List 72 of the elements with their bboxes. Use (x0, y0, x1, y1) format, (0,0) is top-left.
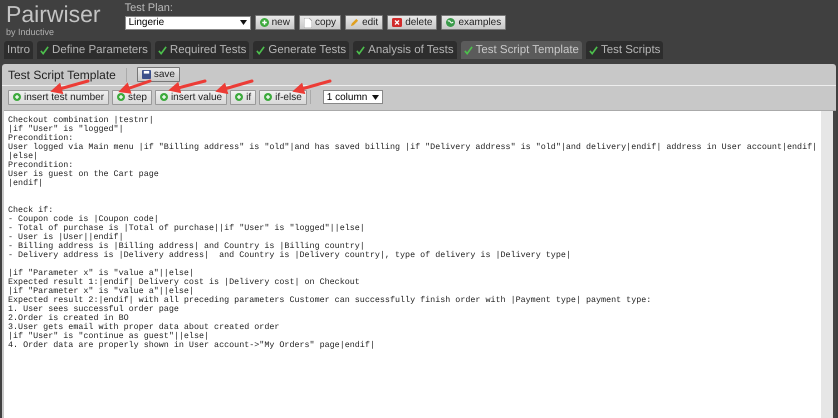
code-line: User logged via Main menu |if "Billing address" is "old"|and has saved billing |if "Delivery address" is "old"|and delivery|endif| address in User account|endif| (8, 142, 818, 152)
code-line: 3.User gets email with proper data about created order (8, 322, 280, 332)
floppy-icon (142, 70, 151, 79)
insert-button[interactable]: step (112, 90, 152, 104)
code-line: |if "Parameter x" is "value a"||else| (8, 268, 194, 278)
delete-button[interactable]: delete (387, 15, 438, 30)
tagline: by Inductive (6, 27, 56, 37)
plus-circle-icon (235, 93, 244, 101)
code-line: - Total of purchase is |Total of purchase||if "User" is "logged"||else| (8, 223, 365, 233)
scrollbar[interactable] (821, 111, 836, 418)
template-editor[interactable] (4, 110, 836, 418)
plus-circle-icon (13, 93, 21, 101)
annotation-arrow (50, 80, 90, 94)
code-line: |if "User" is "logged"| (8, 124, 124, 134)
code-line: 2.Order is created in BO (8, 313, 129, 323)
caret-icon (372, 94, 379, 100)
save-button[interactable]: save (136, 67, 180, 82)
annotation-arrow (118, 80, 152, 94)
code-line: User is guest on the Cart page (8, 169, 159, 179)
check-icon (158, 46, 167, 54)
tab[interactable]: Intro (4, 41, 34, 59)
code-line: Expected result 1:|endif| Delivery cost is |Delivery cost| on Checkout (8, 277, 360, 287)
add-button[interactable]: new (254, 15, 295, 30)
code-line: |if "Parameter x" is "value a"||else| (8, 286, 194, 296)
plus-circle-icon (264, 93, 272, 101)
insert-button[interactable]: if-else (259, 90, 307, 104)
pencil-icon (350, 18, 360, 27)
code-line: |if "User" is "continue as guest"||else| (8, 331, 210, 341)
code-line: 4. Order data are properly shown in User account->"My Orders" page|endif| (8, 340, 375, 350)
insert-button[interactable]: if (230, 90, 256, 104)
test-plan-select[interactable]: Lingerie (124, 16, 251, 30)
tab[interactable]: Test Scripts (586, 41, 664, 59)
code-line: - Delivery address is |Delivery address| and Country is |Delivery country|, type of delivery is |Delivery type| (8, 250, 571, 260)
code-line: Precondition: (8, 160, 74, 170)
tab[interactable]: Generate Tests (253, 41, 350, 59)
edit-button[interactable]: edit (345, 15, 384, 30)
annotation-arrow (168, 80, 206, 94)
tab[interactable]: Required Tests (154, 41, 250, 59)
code-line: - User is |User||endif| (8, 232, 124, 242)
check-icon (588, 46, 598, 54)
code-line: Precondition: (8, 133, 74, 143)
code-line: |endif| (8, 178, 44, 188)
annotation-arrow (215, 80, 254, 94)
code-line: - Billing address is |Billing address| and Country is |Billing country| (8, 241, 365, 251)
check-icon (256, 46, 266, 54)
check-icon (464, 46, 473, 54)
check-icon (356, 46, 366, 54)
insert-button[interactable]: insert test number (8, 90, 110, 104)
caret-icon (240, 20, 247, 25)
field-label: Test Plan: (124, 2, 174, 14)
plus-circle-icon (160, 93, 168, 101)
check-icon (40, 46, 50, 54)
code-line: 1. User sees successful order page (8, 304, 179, 314)
app-logo-text: Pairwiser (6, 2, 101, 26)
copy-button[interactable]: copy (298, 15, 342, 30)
delete-icon (392, 18, 402, 27)
code-line: Check if: (8, 205, 54, 215)
plus-circle-icon (260, 18, 269, 27)
columns-select[interactable]: 1 column (322, 90, 383, 104)
tab[interactable]: Test Script Template (460, 41, 582, 59)
panel-title: Test Script Template (8, 68, 116, 82)
page-icon (304, 18, 312, 28)
insert-button[interactable]: insert value (154, 90, 228, 104)
code-line: Expected result 2:|endif| with all preceding parameters Customer can successfully finish order with |Payment type| payment type: (8, 295, 652, 305)
code-line: Checkout combination |testnr| (8, 115, 154, 125)
code-line: |else| (8, 151, 38, 161)
examples-button[interactable]: examples (441, 15, 506, 30)
code-line: - Coupon code is |Coupon code| (8, 214, 159, 224)
annotation-arrow (292, 80, 332, 94)
tab[interactable]: Define Parameters (37, 41, 151, 59)
tab[interactable]: Analysis of Tests (353, 41, 457, 59)
plus-circle-icon (117, 93, 126, 101)
